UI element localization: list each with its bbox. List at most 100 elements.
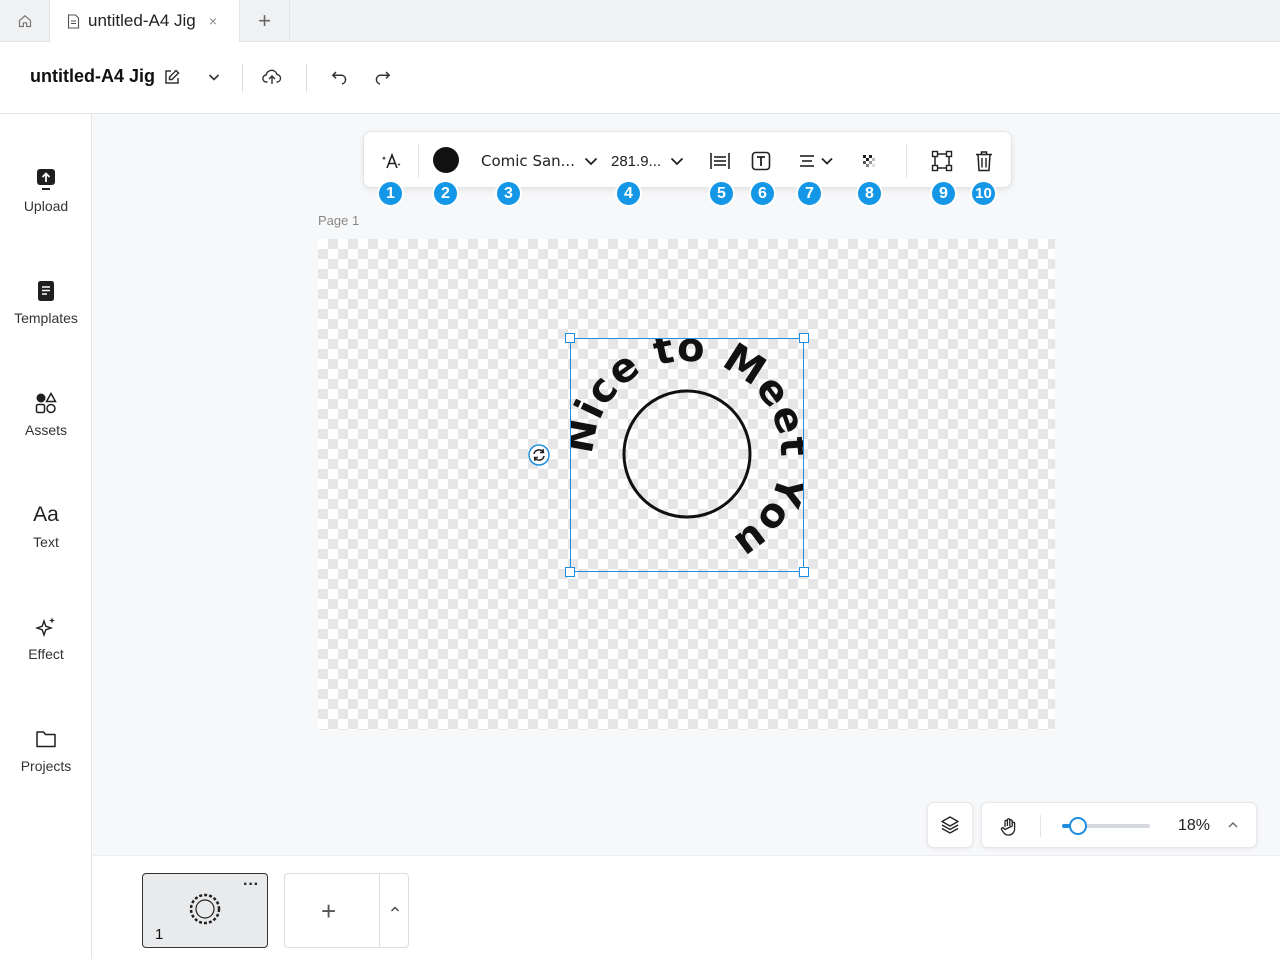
font-size-dropdown[interactable]: 281.9... — [611, 148, 685, 174]
header-divider — [306, 64, 307, 92]
badge-8: 8 — [856, 180, 883, 207]
file-icon — [67, 13, 80, 29]
edit-icon — [165, 69, 180, 84]
sidebar-item-label: Assets — [24, 422, 67, 438]
assets-icon — [35, 392, 57, 414]
selection-box — [570, 338, 804, 572]
transform-icon — [931, 150, 953, 172]
hand-icon — [1000, 818, 1016, 836]
pan-tool-button[interactable] — [996, 814, 1022, 840]
page-number: 1 — [155, 926, 164, 943]
sidebar-item-assets[interactable]: Assets — [0, 390, 92, 460]
badge-10: 10 — [970, 180, 997, 207]
letter-spacing-icon — [710, 153, 730, 169]
expand-pages-button[interactable] — [389, 902, 401, 920]
zoom-panel: 18% — [981, 802, 1257, 848]
undo-icon — [331, 71, 347, 85]
chevron-up-icon — [391, 906, 399, 912]
text-box-icon — [751, 151, 771, 171]
sidebar-item-label: Upload — [23, 198, 69, 214]
page-label: Page 1 — [318, 213, 360, 228]
layers-icon — [941, 816, 959, 834]
close-tab-button[interactable]: × — [209, 13, 217, 29]
resize-handle-top-left[interactable] — [565, 333, 575, 343]
page-thumbnail[interactable]: ··· 1 — [142, 873, 268, 948]
left-sidebar: Upload Templates Assets Aa Text Effect P… — [0, 114, 92, 959]
title-dropdown-button[interactable] — [202, 65, 226, 89]
effect-icon — [35, 617, 55, 638]
chevron-up-icon — [1228, 822, 1238, 828]
delete-button[interactable] — [975, 148, 993, 174]
font-family-dropdown[interactable]: Comic San... — [481, 148, 599, 174]
resize-handle-bottom-left[interactable] — [565, 567, 575, 577]
home-icon — [18, 15, 31, 28]
badge-7: 7 — [796, 180, 823, 207]
zoom-slider-thumb[interactable] — [1068, 817, 1087, 835]
upload-icon — [37, 169, 55, 190]
font-family-label: Comic San... — [481, 152, 575, 170]
save-cloud-button[interactable] — [260, 65, 284, 89]
document-tab-label: untitled-A4 Jig — [88, 11, 196, 30]
chevron-down-icon — [821, 157, 833, 165]
resize-handle-bottom-right[interactable] — [799, 567, 809, 577]
plus-icon: + — [321, 896, 337, 926]
text-box-button[interactable] — [751, 148, 771, 174]
tab-bar: untitled-A4 Jig × + — [0, 0, 1280, 42]
redo-icon — [375, 71, 391, 85]
page-options-button[interactable]: ··· — [243, 876, 259, 894]
templates-icon — [38, 281, 54, 301]
font-size-label: 281.9... — [611, 152, 662, 170]
cloud-upload-icon — [262, 69, 282, 84]
chevron-down-icon — [584, 157, 598, 166]
transparency-button[interactable] — [862, 148, 876, 174]
home-tab[interactable] — [0, 0, 50, 42]
color-swatch — [433, 147, 459, 173]
zoom-options-button[interactable] — [1226, 818, 1240, 837]
add-page-button[interactable]: + — [284, 873, 409, 948]
ai-text-button[interactable] — [380, 148, 402, 174]
badge-5: 5 — [708, 180, 735, 207]
badge-1: 1 — [377, 180, 404, 207]
letter-spacing-button[interactable] — [709, 148, 731, 174]
header-divider — [242, 64, 243, 92]
text-icon: Aa — [33, 503, 59, 526]
text-align-dropdown[interactable] — [798, 148, 834, 174]
resize-handle-top-right[interactable] — [799, 333, 809, 343]
transform-button[interactable] — [931, 148, 953, 174]
document-tab[interactable]: untitled-A4 Jig × — [50, 0, 240, 42]
zoom-value: 18% — [1178, 817, 1211, 834]
page-strip — [92, 855, 1280, 959]
badge-9: 9 — [930, 180, 957, 207]
new-tab-button[interactable]: + — [240, 0, 290, 42]
sidebar-item-label: Text — [33, 534, 59, 550]
sidebar-item-label: Templates — [14, 310, 78, 326]
projects-icon — [36, 731, 56, 748]
badge-2: 2 — [432, 180, 459, 207]
rename-button[interactable] — [160, 65, 184, 89]
badge-6: 6 — [749, 180, 776, 207]
rotate-handle[interactable] — [528, 444, 550, 466]
sidebar-item-upload[interactable]: Upload — [0, 166, 92, 236]
sidebar-item-templates[interactable]: Templates — [0, 278, 92, 348]
layers-button[interactable] — [927, 802, 973, 848]
text-color-button[interactable] — [433, 147, 459, 173]
sidebar-item-label: Projects — [20, 758, 72, 774]
badge-4: 4 — [615, 180, 642, 207]
sidebar-item-label: Effect — [28, 646, 64, 662]
chevron-down-icon — [208, 74, 220, 81]
transparency-icon — [863, 155, 875, 167]
undo-button[interactable] — [328, 65, 352, 89]
toolbar-divider — [418, 144, 419, 178]
toolbar-divider — [906, 144, 907, 178]
sidebar-item-projects[interactable]: Projects — [0, 726, 92, 796]
redo-button[interactable] — [370, 65, 394, 89]
ai-text-icon — [381, 152, 401, 169]
zoom-divider — [1040, 815, 1041, 837]
add-page-divider — [379, 874, 380, 947]
badge-3: 3 — [495, 180, 522, 207]
chevron-down-icon — [670, 157, 684, 166]
sidebar-item-text[interactable]: Aa Text — [0, 502, 92, 572]
align-center-icon — [800, 155, 814, 167]
trash-icon — [976, 151, 992, 172]
sidebar-item-effect[interactable]: Effect — [0, 614, 92, 684]
